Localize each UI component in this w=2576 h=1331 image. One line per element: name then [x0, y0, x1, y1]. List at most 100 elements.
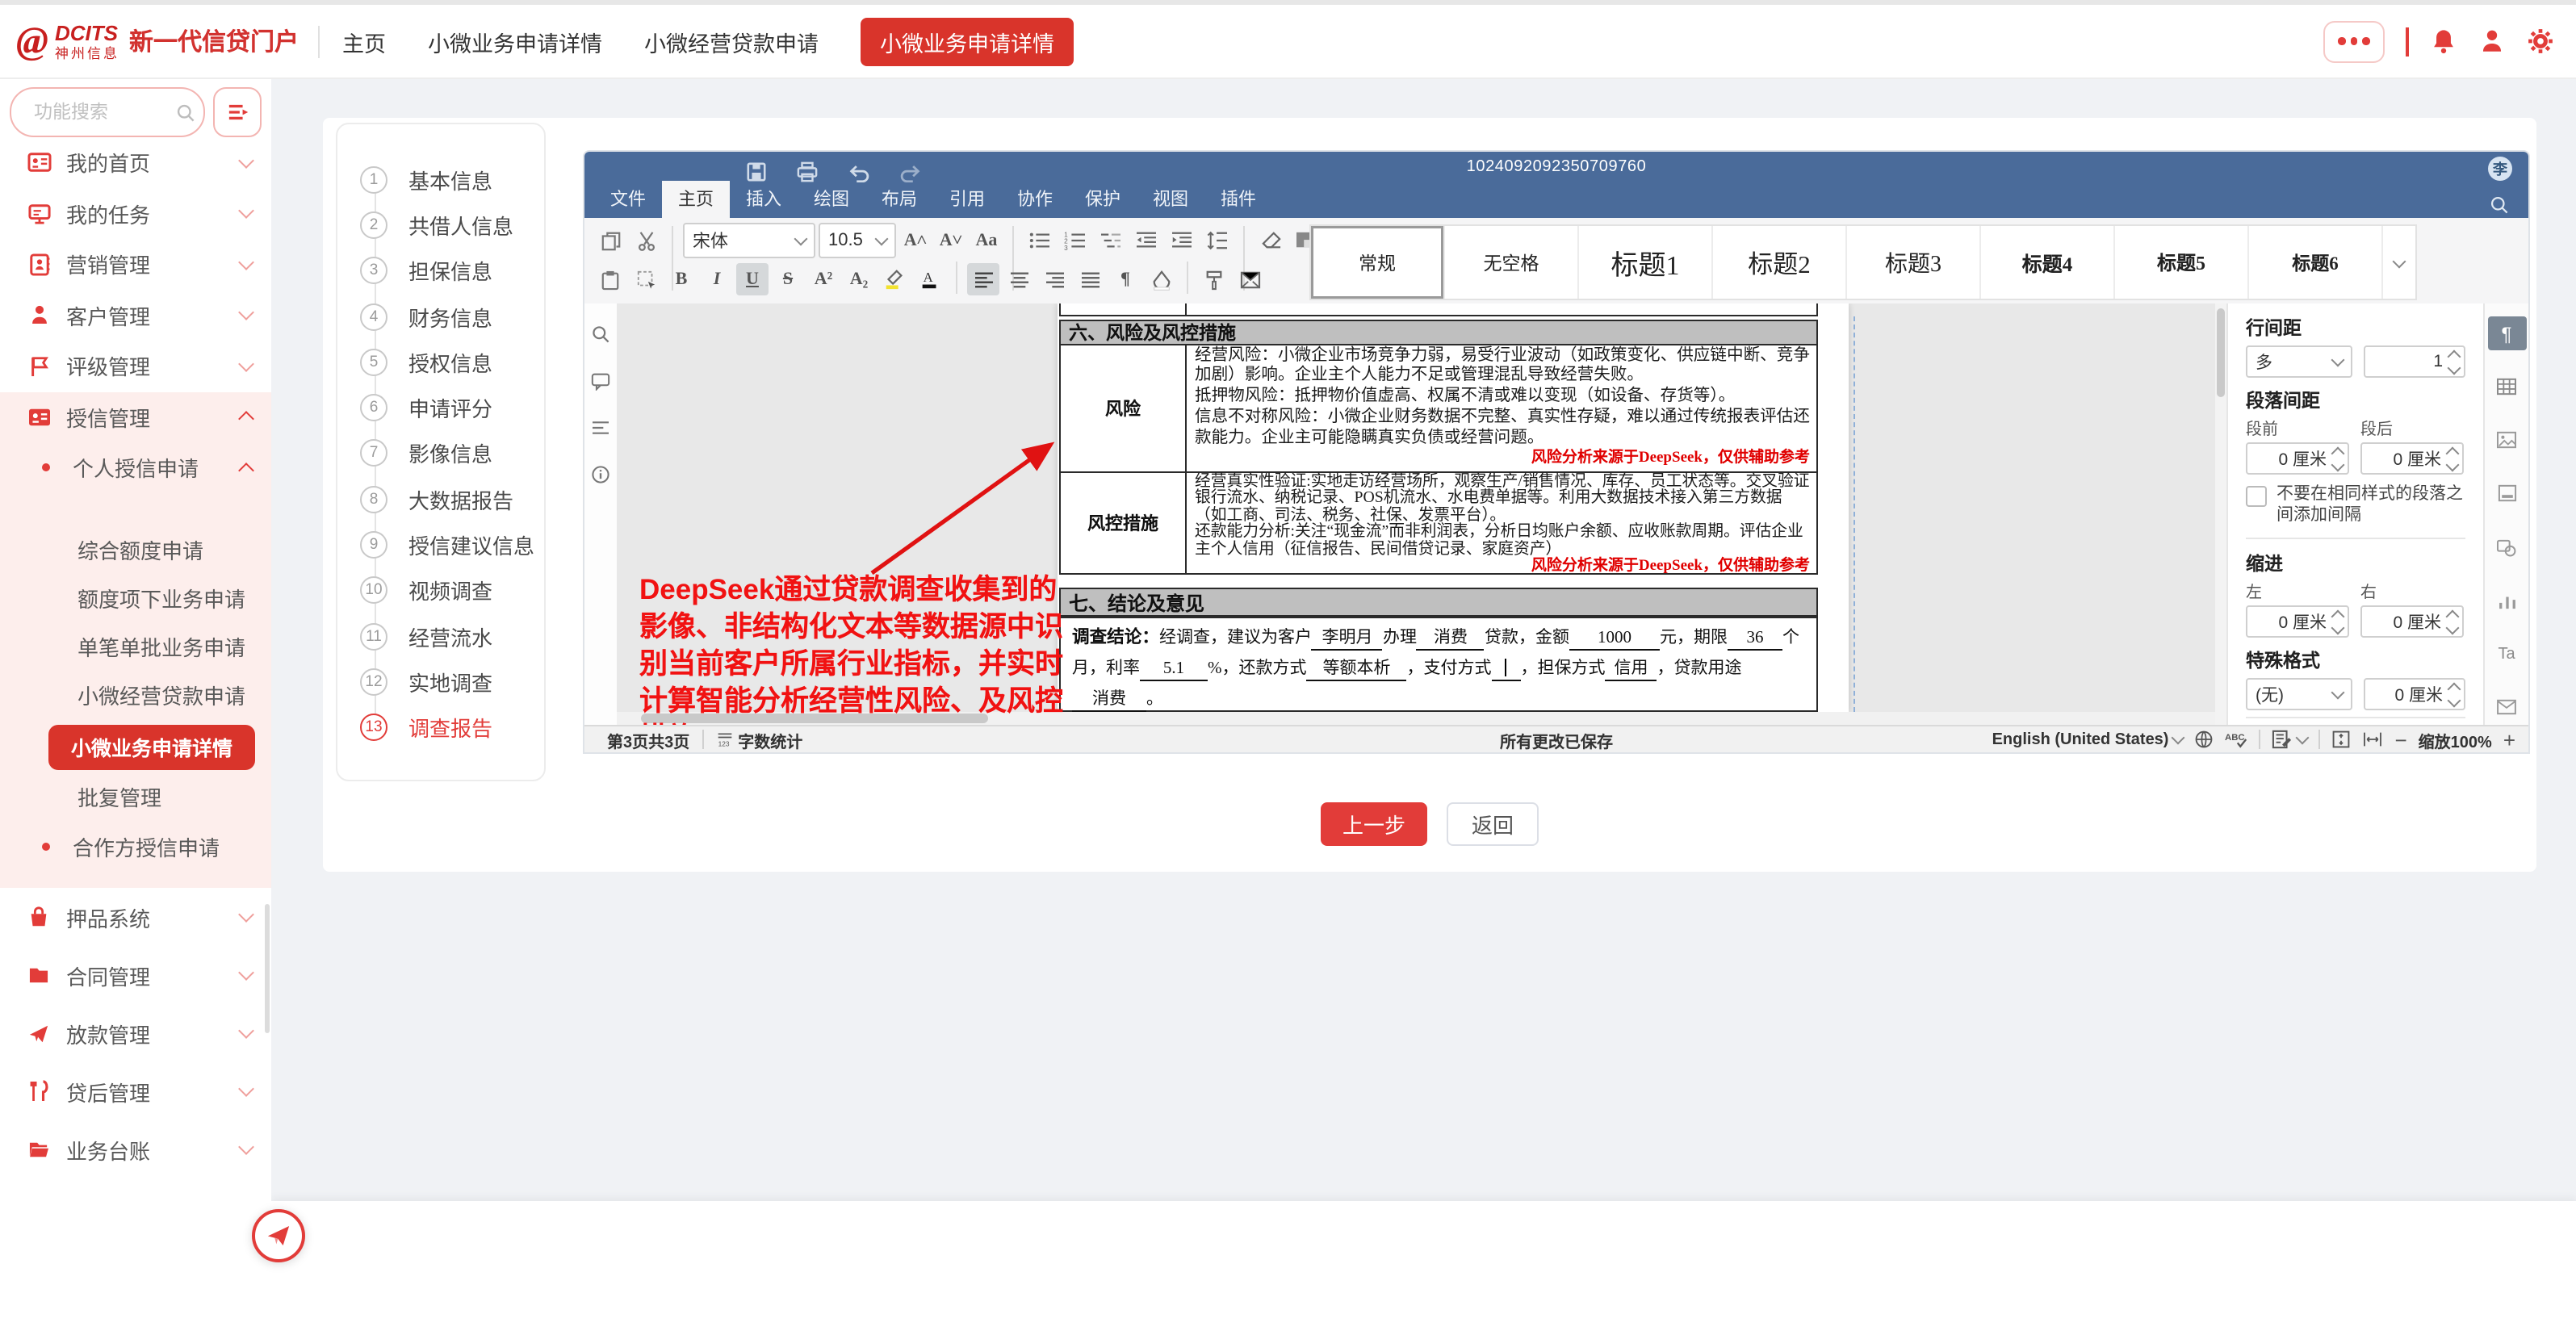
justify-icon[interactable] — [1074, 263, 1106, 295]
sidebar-item-my-home[interactable]: 我的首页 — [0, 137, 271, 188]
sidebar-item-limit-business[interactable]: 额度项下业务申请 — [0, 574, 271, 622]
step-imaging[interactable]: 7影像信息 — [337, 431, 544, 477]
track-changes-icon[interactable] — [2272, 730, 2307, 749]
mail-panel-icon[interactable] — [2487, 691, 2526, 725]
sidebar-item-post-loan[interactable]: 贷后管理 — [0, 1062, 271, 1120]
document-canvas[interactable]: 六、风险及风控措施 风险 经营风险：小微企业市场竞争力弱，易受行业波动（如政策变… — [617, 303, 2215, 725]
paragraph-panel-icon[interactable]: ¶ — [2487, 316, 2526, 350]
step-scoring[interactable]: 6申请评分 — [337, 385, 544, 431]
sidebar-item-contracts[interactable]: 合同管理 — [0, 946, 271, 1004]
step-guarantee[interactable]: 3担保信息 — [337, 248, 544, 294]
bold-icon[interactable]: B — [665, 263, 697, 295]
nav-tab-micro-detail-active[interactable]: 小微业务申请详情 — [861, 17, 1074, 65]
comments-icon[interactable] — [588, 368, 614, 394]
nav-tab-home[interactable]: 主页 — [342, 25, 386, 57]
field-amount[interactable]: 1000 — [1569, 628, 1660, 651]
sidebar-item-customers[interactable]: 客户管理 — [0, 290, 271, 341]
increase-indent-icon[interactable] — [1166, 224, 1198, 257]
nav-tab-micro-detail[interactable]: 小微业务申请详情 — [428, 25, 602, 57]
subscript-icon[interactable]: A₂ — [843, 263, 875, 295]
menu-collapse-button[interactable] — [213, 87, 262, 137]
fit-page-icon[interactable] — [2331, 730, 2351, 749]
tab-insert[interactable]: 插入 — [730, 181, 798, 218]
sidebar-item-single-batch[interactable]: 单笔单批业务申请 — [0, 622, 271, 671]
indent-left-input[interactable]: 0 厘米 — [2246, 605, 2349, 638]
floating-send-button[interactable] — [252, 1209, 305, 1262]
highlight-icon[interactable] — [878, 263, 911, 295]
align-center-icon[interactable] — [1003, 263, 1035, 295]
tab-draw[interactable]: 绘图 — [798, 181, 865, 218]
style-gallery-more[interactable] — [2383, 226, 2415, 299]
mail-merge-icon[interactable] — [1234, 263, 1266, 295]
bullet-list-icon[interactable] — [1024, 224, 1056, 257]
format-painter-icon[interactable] — [1198, 263, 1230, 295]
nav-tab-micro-loan[interactable]: 小微经营贷款申请 — [644, 25, 819, 57]
find-icon[interactable] — [588, 321, 614, 347]
style-heading5[interactable]: 标题5 — [2115, 226, 2249, 299]
gear-icon[interactable] — [2526, 27, 2553, 55]
line-spacing-value[interactable]: 1 — [2363, 345, 2465, 378]
style-heading6[interactable]: 标题6 — [2249, 226, 2383, 299]
style-heading1[interactable]: 标题1 — [1579, 226, 1713, 299]
special-format-value[interactable]: 0 厘米 — [2363, 678, 2465, 710]
sidebar-item-business-ledger[interactable]: 业务台账 — [0, 1120, 271, 1178]
editor-search-icon[interactable] — [2490, 195, 2509, 215]
select-icon[interactable] — [630, 263, 662, 295]
spellcheck-icon[interactable]: ABC — [2225, 730, 2247, 749]
bell-icon[interactable] — [2429, 27, 2457, 55]
style-no-spacing[interactable]: 无空格 — [1445, 226, 1579, 299]
table-panel-icon[interactable] — [2487, 370, 2526, 404]
fit-width-icon[interactable] — [2362, 731, 2383, 747]
align-left-icon[interactable] — [967, 263, 999, 295]
tab-collaboration[interactable]: 协作 — [1001, 181, 1069, 218]
paragraph-shading-icon[interactable] — [1145, 263, 1177, 295]
clear-format-icon[interactable] — [1254, 224, 1287, 257]
tab-layout[interactable]: 布局 — [865, 181, 933, 218]
special-format-select[interactable]: (无) — [2246, 678, 2352, 710]
style-heading3[interactable]: 标题3 — [1847, 226, 1981, 299]
sidebar-item-credit-mgmt[interactable]: 授信管理 — [0, 391, 271, 442]
sidebar-item-comprehensive-limit[interactable]: 综合额度申请 — [0, 525, 271, 574]
tab-protection[interactable]: 保护 — [1069, 181, 1137, 218]
search-input[interactable] — [31, 101, 176, 123]
step-survey-report[interactable]: 13调查报告 — [337, 705, 544, 751]
sidebar-item-approval-mgmt[interactable]: 批复管理 — [0, 772, 271, 821]
italic-icon[interactable]: I — [701, 263, 733, 295]
sidebar-item-rating[interactable]: 评级管理 — [0, 341, 271, 391]
sidebar-item-my-tasks[interactable]: 我的任务 — [0, 188, 271, 239]
multilevel-list-icon[interactable] — [1095, 224, 1127, 257]
text-art-panel-icon[interactable]: Ta — [2487, 638, 2526, 672]
sidebar-item-disbursement[interactable]: 放款管理 — [0, 1004, 271, 1062]
copy-icon[interactable] — [594, 224, 626, 257]
zoom-in-button[interactable]: + — [2503, 727, 2515, 751]
step-bigdata-report[interactable]: 8大数据报告 — [337, 476, 544, 522]
field-loan-purpose[interactable]: 消费 — [1072, 689, 1146, 712]
paragraph-mark-icon[interactable]: ¶ — [1109, 263, 1141, 295]
avatar[interactable]: 李 — [2488, 157, 2512, 181]
strikethrough-icon[interactable]: S — [772, 263, 804, 295]
same-style-checkbox[interactable] — [2246, 486, 2267, 507]
step-credit-advice[interactable]: 9授信建议信息 — [337, 522, 544, 568]
shapes-panel-icon[interactable] — [2487, 530, 2526, 564]
field-loan-type[interactable]: 消费 — [1417, 628, 1485, 651]
superscript-icon[interactable]: A² — [807, 263, 840, 295]
language-selector[interactable]: English (United States) — [1992, 730, 2184, 748]
tab-home[interactable]: 主页 — [662, 181, 730, 218]
document-page[interactable]: 六、风险及风控措施 风险 经营风险：小微企业市场竞争力弱，易受行业波动（如政策变… — [1058, 303, 1849, 712]
sidebar-scrollbar[interactable] — [265, 904, 270, 1033]
style-normal[interactable]: 常规 — [1311, 226, 1445, 299]
tab-references[interactable]: 引用 — [933, 181, 1001, 218]
navigation-icon[interactable] — [588, 415, 614, 441]
spacing-after-input[interactable]: 0 厘米 — [2360, 442, 2464, 475]
indent-right-input[interactable]: 0 厘米 — [2360, 605, 2464, 638]
globe-icon[interactable] — [2194, 730, 2214, 749]
zoom-level[interactable]: 缩放100% — [2419, 727, 2492, 751]
decrease-indent-icon[interactable] — [1130, 224, 1162, 257]
spacing-before-input[interactable]: 0 厘米 — [2246, 442, 2349, 475]
image-panel-icon[interactable] — [2487, 424, 2526, 458]
sidebar-item-micro-loan-apply[interactable]: 小微经营贷款申请 — [0, 671, 271, 719]
step-coborrower[interactable]: 2共借人信息 — [337, 203, 544, 249]
cut-icon[interactable] — [630, 224, 662, 257]
underline-icon[interactable]: U — [736, 263, 769, 295]
sidebar-item-partner-credit[interactable]: 合作方授信申请 — [0, 821, 271, 872]
